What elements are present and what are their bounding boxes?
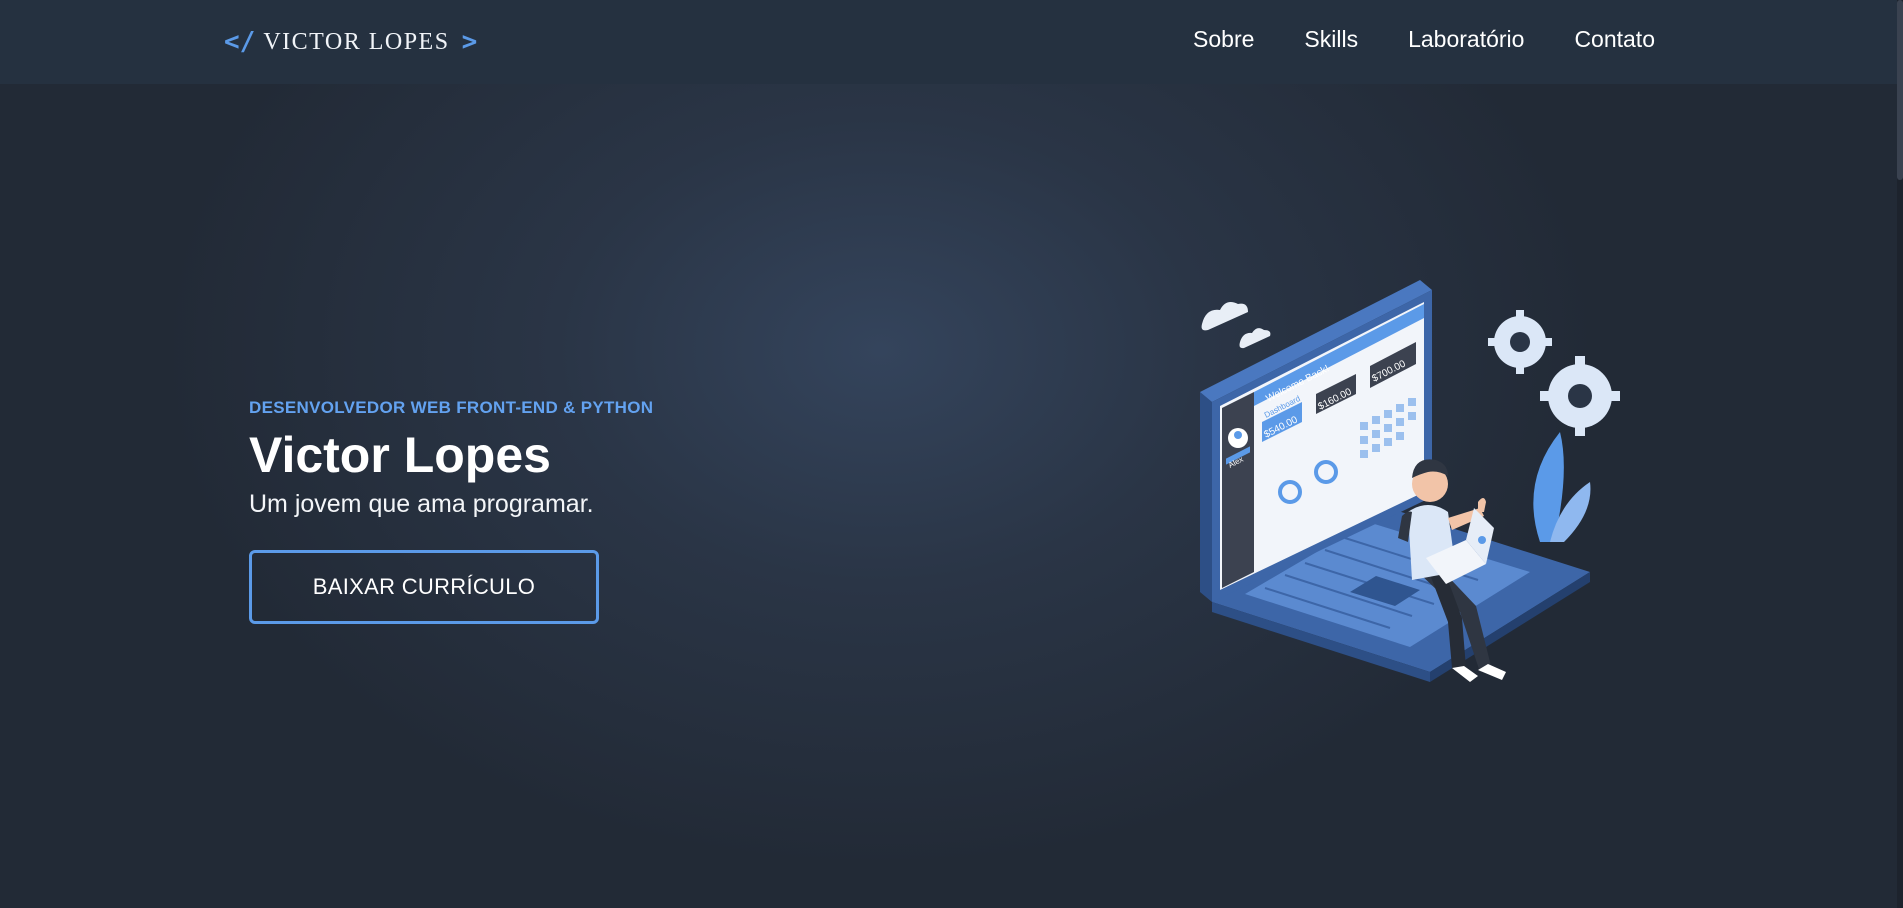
gear-icon: [1488, 310, 1620, 436]
nav-link-skills[interactable]: Skills: [1304, 26, 1358, 53]
cloud-icon: [1201, 302, 1271, 349]
logo-text: VICTOR LOPES: [263, 28, 450, 55]
scrollbar[interactable]: [1897, 0, 1903, 908]
nav-link-laboratorio[interactable]: Laboratório: [1408, 26, 1524, 53]
hero-subtitle: Um jovem que ama programar.: [249, 490, 594, 518]
download-resume-button[interactable]: BAIXAR CURRÍCULO: [249, 550, 599, 624]
code-icon: </: [224, 27, 256, 57]
chevron-right-icon: >: [461, 27, 478, 57]
scrollbar-thumb[interactable]: [1897, 0, 1903, 180]
hero-section: DESENVOLVEDOR WEB FRONT-END & PYTHON Vic…: [249, 398, 949, 624]
nav-link-contato[interactable]: Contato: [1574, 26, 1655, 53]
hero-eyebrow: DESENVOLVEDOR WEB FRONT-END & PYTHON: [249, 398, 654, 417]
plant-icon: [1533, 432, 1591, 542]
navbar: </ VICTOR LOPES > Sobre Skills Laboratór…: [0, 0, 1903, 84]
logo[interactable]: </ VICTOR LOPES >: [224, 24, 477, 60]
developer-laptop-illustration: Welcome Back! $540.00 $160.00 $700.00 Da…: [1200, 280, 1620, 682]
main-nav: Sobre Skills Laboratório Contato: [1193, 26, 1655, 53]
hero-title: Victor Lopes: [249, 427, 551, 483]
nav-link-sobre[interactable]: Sobre: [1193, 26, 1254, 53]
